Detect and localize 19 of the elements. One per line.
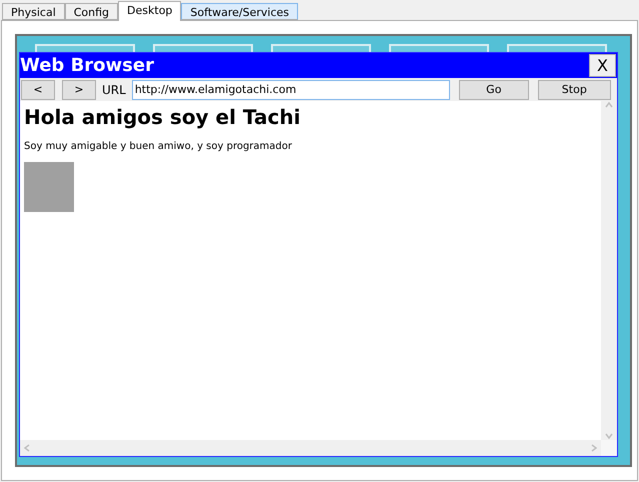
url-field[interactable]: http://www.elamigotachi.com [132, 80, 450, 100]
page-text: Soy muy amigable y buen amiwo, y soy programador [24, 141, 293, 152]
tab[interactable]: Software/Services [181, 3, 298, 20]
tab[interactable]: Config [64, 3, 118, 20]
scroll-right-icon[interactable] [590, 444, 598, 452]
window-title: Web Browser [20, 55, 154, 76]
back-button[interactable]: < [21, 80, 55, 100]
url-label: URL [102, 82, 126, 96]
tab[interactable]: Desktop [118, 1, 182, 21]
go-button[interactable]: Go [458, 80, 529, 100]
scroll-left-icon[interactable] [23, 444, 31, 452]
close-button[interactable]: X [589, 54, 616, 77]
tab[interactable]: Physical [2, 3, 65, 20]
stop-button[interactable]: Stop [538, 80, 611, 100]
image-placeholder [24, 162, 74, 212]
scroll-up-icon[interactable] [605, 101, 613, 109]
forward-button[interactable]: > [62, 80, 96, 100]
scroll-down-icon[interactable] [605, 432, 613, 440]
page-heading: Hola amigos soy el Tachi [24, 105, 302, 129]
